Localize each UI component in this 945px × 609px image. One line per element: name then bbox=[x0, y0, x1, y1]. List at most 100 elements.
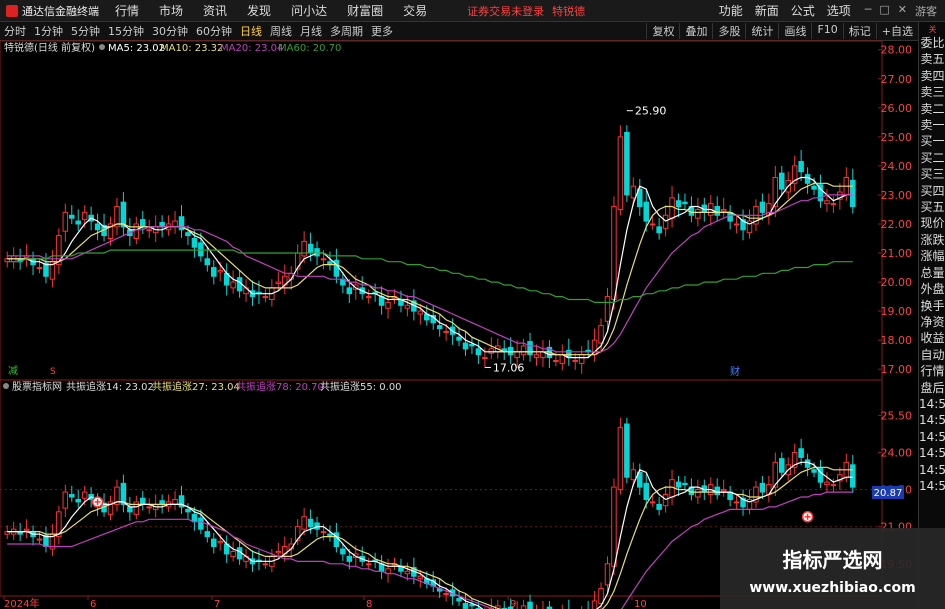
main-candle bbox=[824, 200, 830, 205]
main-candle bbox=[475, 348, 482, 356]
main-candle bbox=[520, 345, 527, 356]
main-candle bbox=[598, 325, 604, 344]
sub-candle bbox=[320, 531, 327, 534]
sub-candle bbox=[811, 469, 817, 473]
main-candle bbox=[185, 232, 191, 237]
main-candle bbox=[649, 223, 656, 226]
sub-candle bbox=[75, 498, 81, 503]
sub-candle bbox=[527, 601, 533, 609]
sidebar-item: 自动 bbox=[920, 347, 945, 362]
sub-candle bbox=[714, 486, 720, 496]
stock-chart[interactable]: 28.00 27.00 26.00 25.00 24.00 23.00 22.00 21.00… bbox=[0, 0, 918, 609]
main-candle bbox=[62, 211, 69, 232]
event-marker-reduce: 减 bbox=[8, 365, 18, 377]
sidebar-item: 14:50 bbox=[919, 429, 945, 444]
main-legend-stock: 特锐德(日线 前复权) bbox=[4, 41, 95, 54]
sidebar-item: 换手 bbox=[920, 298, 945, 313]
quote-sidebar: 关 委比 卖五 卖四 卖三 卖二 卖一 买一 买二 买三 买四 买五 现价 涨跌 涨幅 总量 外盘 换手 净资 收益… bbox=[918, 22, 945, 609]
main-candle bbox=[346, 287, 353, 295]
sub-candle bbox=[62, 491, 69, 509]
main-candle bbox=[172, 220, 178, 228]
sub-candle bbox=[23, 528, 30, 531]
sub-candle bbox=[656, 503, 662, 510]
main-candle bbox=[572, 359, 578, 362]
sub-candle bbox=[682, 482, 688, 486]
sub-candle bbox=[417, 575, 424, 580]
x-tick-label: 8 bbox=[366, 599, 372, 609]
sub-candle bbox=[779, 458, 785, 473]
ma-line-ma60 bbox=[7, 249, 853, 303]
sub-candle bbox=[604, 563, 611, 586]
sub-legend-name: 股票指标网 bbox=[12, 380, 62, 393]
sidebar-item: 净资 bbox=[920, 314, 945, 329]
main-candle bbox=[759, 201, 766, 213]
sub-candle bbox=[172, 498, 178, 505]
main-legend-ma10: MA10: 23.32 bbox=[160, 43, 223, 54]
main-candle bbox=[314, 248, 320, 257]
sidebar-items: 委比 卖五 卖四 卖三 卖二 卖一 买一 买二 买三 买四 买五 现价 涨跌 涨幅 总量 外盘 换手 净资 收益 自动… bbox=[919, 35, 945, 494]
main-candle bbox=[604, 296, 611, 322]
main-candle bbox=[779, 172, 785, 190]
y-tick-label: 23.00 bbox=[881, 189, 913, 202]
main-candle bbox=[850, 179, 856, 208]
low-price-label: 17.06 bbox=[493, 361, 525, 374]
sidebar-item: 卖二 bbox=[920, 101, 945, 116]
main-candle bbox=[695, 208, 701, 219]
sidebar-header: 关 bbox=[928, 25, 937, 34]
sub-candle bbox=[120, 482, 127, 505]
sidebar-item: 卖三 bbox=[920, 85, 945, 100]
watermark-url: www.xuezhibiao.com bbox=[749, 580, 916, 596]
main-candle bbox=[682, 201, 688, 205]
ma-line-ma20 bbox=[7, 194, 853, 353]
sub-candle bbox=[617, 427, 624, 491]
main-candle bbox=[159, 222, 165, 228]
main-candle bbox=[469, 344, 475, 347]
main-candle bbox=[436, 325, 443, 330]
x-tick-label: 2024年 bbox=[4, 597, 39, 609]
sub-candle bbox=[217, 541, 223, 544]
sub-candle bbox=[69, 494, 75, 498]
main-candle bbox=[133, 223, 140, 239]
guest-label[interactable]: 游客 bbox=[915, 3, 937, 19]
main-candle bbox=[462, 342, 469, 350]
sub-candle bbox=[314, 522, 320, 530]
main-candle bbox=[120, 201, 127, 228]
y-tick-label: 22.00 bbox=[881, 218, 913, 231]
main-candle bbox=[527, 341, 533, 356]
sub-candle bbox=[804, 459, 811, 468]
main-candle bbox=[714, 206, 720, 216]
sub-candle bbox=[649, 501, 656, 504]
sidebar-item: 外盘 bbox=[920, 282, 945, 297]
sub-candle bbox=[146, 506, 152, 509]
sub-candle bbox=[307, 518, 314, 528]
sidebar-item: 14:50 bbox=[919, 462, 945, 477]
sidebar-item: 买一 bbox=[920, 134, 945, 149]
sub-candle bbox=[127, 506, 133, 513]
main-candle bbox=[217, 269, 223, 273]
main-candle bbox=[656, 226, 662, 234]
sub-candle bbox=[262, 563, 269, 566]
sub-candle bbox=[443, 593, 449, 596]
x-tick-label: 6 bbox=[90, 599, 96, 609]
main-candle bbox=[804, 174, 811, 184]
sidebar-item: 卖五 bbox=[920, 52, 945, 67]
sub-candle bbox=[365, 563, 372, 566]
main-candle bbox=[275, 281, 282, 285]
sidebar-item: 行情 bbox=[920, 364, 945, 379]
sidebar-item: 盘后 bbox=[920, 380, 945, 395]
main-candle bbox=[624, 131, 630, 196]
main-candle bbox=[675, 200, 682, 208]
sub-candle bbox=[81, 491, 88, 499]
sidebar-item: 卖一 bbox=[920, 118, 945, 133]
main-legend-ma20: MA20: 23.04 bbox=[220, 43, 283, 54]
sidebar-item: 总量 bbox=[920, 265, 945, 280]
sub-candle bbox=[211, 538, 217, 548]
main-candle bbox=[662, 214, 669, 229]
sub-candle bbox=[340, 548, 346, 555]
main-candle bbox=[81, 211, 88, 221]
main-candle bbox=[204, 258, 211, 266]
x-tick-label: 9 bbox=[510, 599, 516, 609]
sub-candle bbox=[456, 597, 462, 602]
sidebar-item: 14:50 bbox=[919, 446, 945, 461]
event-marker-finance: 财 bbox=[730, 365, 740, 378]
